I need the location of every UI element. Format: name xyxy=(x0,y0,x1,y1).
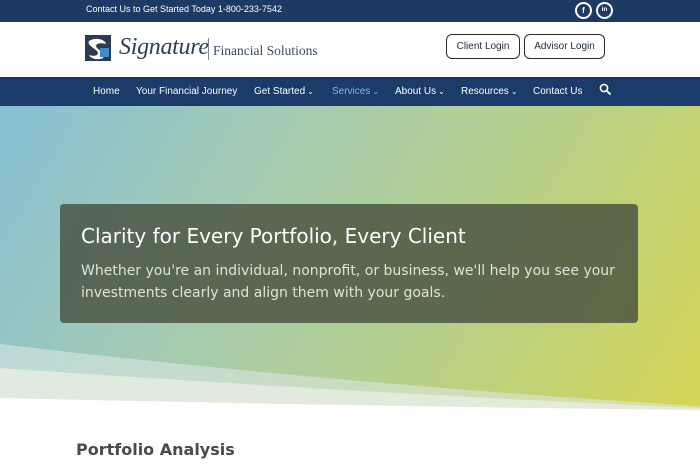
nav-item-home[interactable]: Home xyxy=(93,86,120,97)
chevron-down-icon: ⌄ xyxy=(307,87,314,96)
brand-divider xyxy=(208,38,209,60)
nav-item-about-us[interactable]: About Us ⌄ xyxy=(395,86,445,97)
chevron-down-icon: ⌄ xyxy=(372,87,380,96)
hero-banner: Clarity for Every Portfolio, Every Clien… xyxy=(0,106,700,416)
brand-name: Signature xyxy=(119,34,209,60)
nav-item-resources[interactable]: Resources ⌄ xyxy=(461,86,518,97)
client-login-button[interactable]: Client Login xyxy=(446,34,520,59)
site-header: Signature Financial Solutions Client Log… xyxy=(0,22,700,77)
nav-item-get-started[interactable]: Get Started ⌄ xyxy=(254,86,314,97)
linkedin-icon[interactable]: in xyxy=(596,2,613,19)
main-nav: Home Your Financial Journey Get Started ⌄… xyxy=(0,77,700,106)
chevron-down-icon: ⌄ xyxy=(510,87,518,96)
chevron-down-icon: ⌄ xyxy=(438,87,445,96)
advisor-login-button[interactable]: Advisor Login xyxy=(524,34,605,59)
hero-card: Clarity for Every Portfolio, Every Clien… xyxy=(60,204,638,323)
facebook-icon[interactable]: f xyxy=(575,2,592,19)
nav-item-services[interactable]: Services ⌄ xyxy=(332,86,379,97)
hero-title: Clarity for Every Portfolio, Every Clien… xyxy=(81,224,466,248)
brand-tagline: Financial Solutions xyxy=(213,43,318,58)
nav-item-your-financial-journey[interactable]: Your Financial Journey xyxy=(136,86,237,97)
hero-subtitle: Whether you're an individual, nonprofit,… xyxy=(81,263,615,301)
contact-phone-link[interactable]: Contact Us to Get Started Today 1-800-23… xyxy=(86,4,282,14)
section-title: Portfolio Analysis xyxy=(76,440,235,459)
brand-logo-icon[interactable] xyxy=(85,35,111,61)
nav-item-contact-us[interactable]: Contact Us xyxy=(533,86,582,97)
search-icon[interactable] xyxy=(599,83,611,95)
top-bar: Contact Us to Get Started Today 1-800-23… xyxy=(0,0,700,22)
